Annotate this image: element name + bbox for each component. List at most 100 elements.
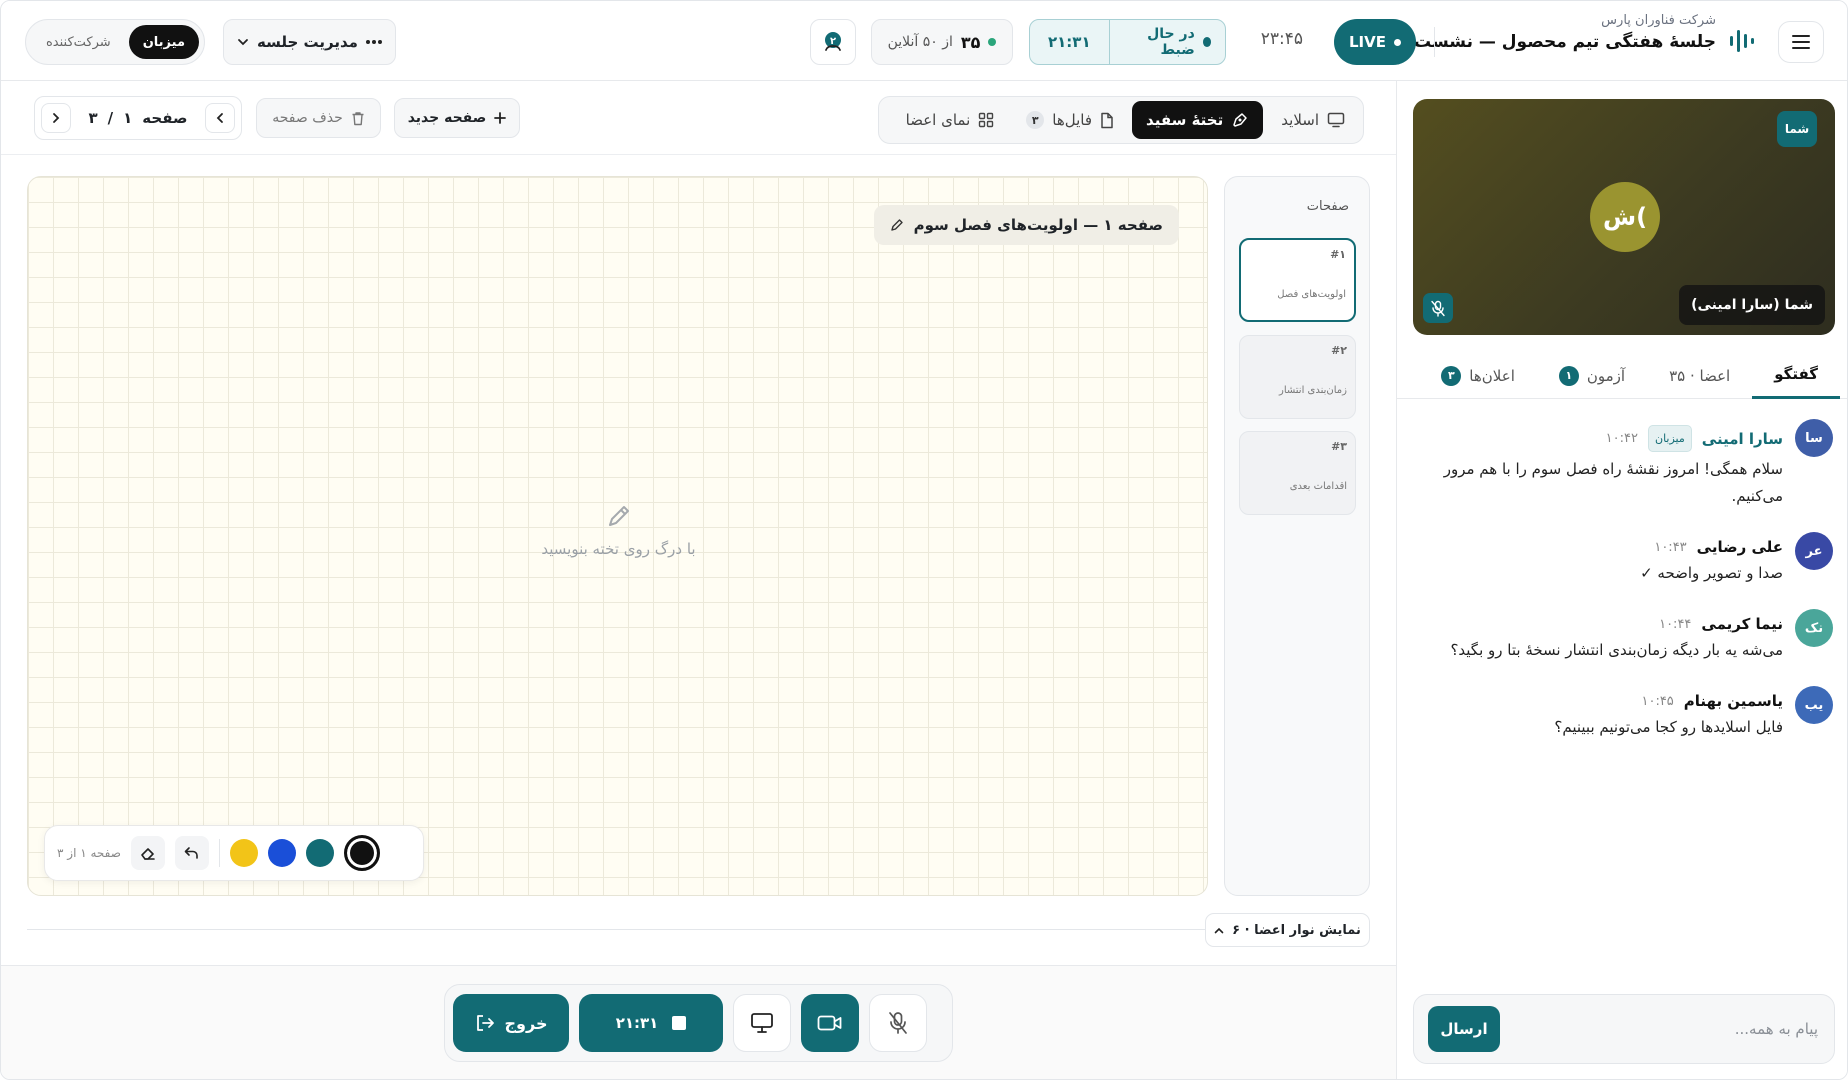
avatar: سا — [1795, 419, 1833, 457]
tab-announcements[interactable]: اعلان‌ها ۳ — [1419, 353, 1537, 399]
pager-prev-button[interactable] — [205, 103, 235, 133]
more-dots-icon — [365, 40, 382, 44]
tab-quiz-label: آزمون — [1586, 366, 1626, 385]
board-toolbar: اسلاید تختهٔ سفید فایل‌ها ۳ نمای اعضا صف… — [1, 81, 1396, 155]
self-video-tile[interactable]: شما ش( شما (سارا امینی) — [1413, 99, 1835, 335]
color-swatch-teal[interactable] — [305, 839, 334, 867]
pager-next-button[interactable] — [41, 103, 71, 133]
meeting-title: جلسهٔ هفتگی تیم محصول — نشست ۸ — [1398, 32, 1716, 52]
tab-whiteboard[interactable]: تختهٔ سفید — [1132, 101, 1264, 139]
member-bar-divider — [27, 929, 1370, 930]
page-thumb-number: #۳ — [1331, 440, 1347, 453]
chevron-left-icon — [53, 113, 60, 123]
new-page-button[interactable]: صفحه جدید — [394, 98, 520, 138]
tab-files[interactable]: فایل‌ها ۳ — [1012, 101, 1128, 139]
chat-input[interactable] — [1558, 1020, 1818, 1038]
role-host-option[interactable]: میزبان — [128, 25, 199, 59]
plus-icon — [494, 112, 507, 124]
menu-button[interactable] — [1778, 21, 1824, 63]
page-thumb-name: اولویت‌های فصل — [1277, 289, 1346, 300]
call-controls: خروج ۲۱:۳۱ — [444, 984, 953, 1062]
recording-label: در حال ضبط — [1147, 26, 1195, 58]
empty-hint: با درگ روی تخته بنویسید — [28, 502, 1207, 558]
recording-indicator[interactable]: در حال ضبط ۲۱:۳۱ — [1029, 19, 1226, 65]
tab-files-label: فایل‌ها — [1052, 111, 1093, 129]
message-text: صدا و تصویر واضحه ✓ — [1640, 564, 1783, 582]
message-author[interactable]: یاسمین بهنام — [1684, 692, 1783, 710]
page-thumb-name: اقدامات بعدی — [1289, 481, 1347, 492]
monitor-icon — [1327, 112, 1345, 128]
session-management-menu[interactable]: مدیریت جلسه — [223, 19, 396, 65]
title-block: شرکت فناوران پارس جلسهٔ هفتگی تیم محصول … — [1398, 13, 1716, 52]
tab-announcements-label: اعلان‌ها — [1469, 366, 1515, 385]
org-name: شرکت فناوران پارس — [1601, 13, 1716, 28]
app-window: شرکت فناوران پارس جلسهٔ هفتگی تیم محصول … — [0, 0, 1848, 1080]
delete-page-button[interactable]: حذف صفحه — [256, 98, 381, 138]
avatar: عر — [1795, 532, 1833, 570]
message-author[interactable]: سارا امینی — [1702, 430, 1783, 448]
recording-time: ۲۱:۳۱ — [1048, 33, 1091, 51]
pages-title: صفحات — [1306, 199, 1349, 214]
online-count[interactable]: ۳۵ از ۵۰ آنلاین — [871, 19, 1013, 65]
chevron-down-icon — [238, 39, 248, 46]
show-member-bar-button[interactable]: نمایش نوار اعضا · ۶ — [1205, 913, 1370, 947]
chat-message: عر علی رضایی ۱۰:۴۳ صدا و تصویر واضحه ✓ — [1413, 532, 1833, 587]
edit-pencil-icon — [890, 219, 903, 231]
page-pager: صفحه ۱ / ۳ — [34, 96, 242, 140]
microphone-button[interactable] — [869, 994, 927, 1052]
screen-share-icon — [751, 1013, 773, 1033]
session-clock: ۲۳:۴۵ — [1260, 29, 1303, 49]
stop-recording-button[interactable]: ۲۱:۳۱ — [579, 994, 723, 1052]
color-swatch-yellow[interactable] — [229, 839, 258, 867]
online-suffix: از ۵۰ آنلاین — [887, 34, 953, 50]
hand-count: ۲ — [830, 36, 836, 47]
announcements-badge: ۳ — [1441, 365, 1462, 386]
pen-tool-icon — [1233, 113, 1248, 127]
top-bar: شرکت فناوران پارس جلسهٔ هفتگی تیم محصول … — [1, 1, 1847, 81]
page-title-chip[interactable]: صفحه ۱ — اولویت‌های فصل سوم — [873, 205, 1179, 245]
recording-state: در حال ضبط — [1109, 20, 1225, 64]
camera-button[interactable] — [801, 994, 859, 1052]
whiteboard-canvas[interactable]: صفحه ۱ — اولویت‌های فصل سوم با درگ روی ت… — [27, 176, 1208, 896]
exit-icon — [476, 1015, 494, 1031]
tab-members-view[interactable]: نمای اعضا — [892, 101, 1009, 139]
header-divider — [1434, 27, 1435, 57]
page-thumb-2[interactable]: #۲ زمان‌بندی انتشار — [1239, 335, 1356, 419]
color-swatch-black[interactable] — [343, 835, 380, 871]
role-participant-option[interactable]: شرکت‌کننده — [32, 25, 125, 59]
send-button[interactable]: ارسال — [1428, 1006, 1500, 1052]
page-thumb-3[interactable]: #۳ اقدامات بعدی — [1239, 431, 1356, 515]
hamburger-icon — [1792, 35, 1810, 49]
recording-dot — [1202, 37, 1211, 47]
chat-message: سا سارا امینی میزبان ۱۰:۴۲ سلام همگی! ام… — [1413, 419, 1833, 510]
pages-panel: صفحات #۱ اولویت‌های فصل #۲ زمان‌بندی انت… — [1224, 176, 1370, 896]
tab-chat[interactable]: گفتگو — [1752, 353, 1840, 399]
tool-page-indicator: صفحه ۱ از ۳ — [57, 846, 121, 860]
tab-quiz[interactable]: آزمون ۱ — [1537, 353, 1647, 399]
color-swatch-blue[interactable] — [267, 839, 296, 867]
side-tabs: گفتگو اعضا · ۳۵ آزمون ۱ اعلان‌ها ۳ — [1397, 353, 1847, 399]
tab-members[interactable]: اعضا · ۳۵ — [1647, 353, 1752, 399]
chevron-right-icon — [216, 113, 223, 123]
logo-icon — [1727, 25, 1757, 57]
screen-share-button[interactable] — [733, 994, 791, 1052]
exit-button[interactable]: خروج — [453, 994, 569, 1052]
tab-slides[interactable]: اسلاید — [1267, 101, 1359, 139]
undo-button[interactable] — [174, 836, 209, 870]
raised-hands-button[interactable]: ۲ — [810, 19, 856, 65]
mic-off-icon — [889, 1012, 907, 1034]
message-text: سلام همگی! امروز نقشهٔ راه فصل سوم را با… — [1443, 460, 1783, 505]
view-tabs: اسلاید تختهٔ سفید فایل‌ها ۳ نمای اعضا — [878, 96, 1364, 144]
empty-hint-text: با درگ روی تخته بنویسید — [541, 540, 696, 558]
eraser-button[interactable] — [130, 836, 165, 870]
drawing-tools: صفحه ۱ از ۳ — [44, 825, 424, 881]
tab-members-label: اعضا · ۳۵ — [1669, 366, 1731, 385]
exit-label: خروج — [504, 1013, 548, 1033]
self-name-label: شما (سارا امینی) — [1679, 285, 1825, 325]
message-author[interactable]: نیما کریمی — [1701, 615, 1783, 633]
tab-whiteboard-label: تختهٔ سفید — [1146, 111, 1224, 129]
pager-text: صفحه ۱ / ۳ — [89, 109, 188, 127]
page-thumb-1[interactable]: #۱ اولویت‌های فصل — [1239, 238, 1356, 322]
message-author[interactable]: علی رضایی — [1697, 538, 1783, 556]
page-title: صفحه ۱ — اولویت‌های فصل سوم — [913, 216, 1163, 234]
